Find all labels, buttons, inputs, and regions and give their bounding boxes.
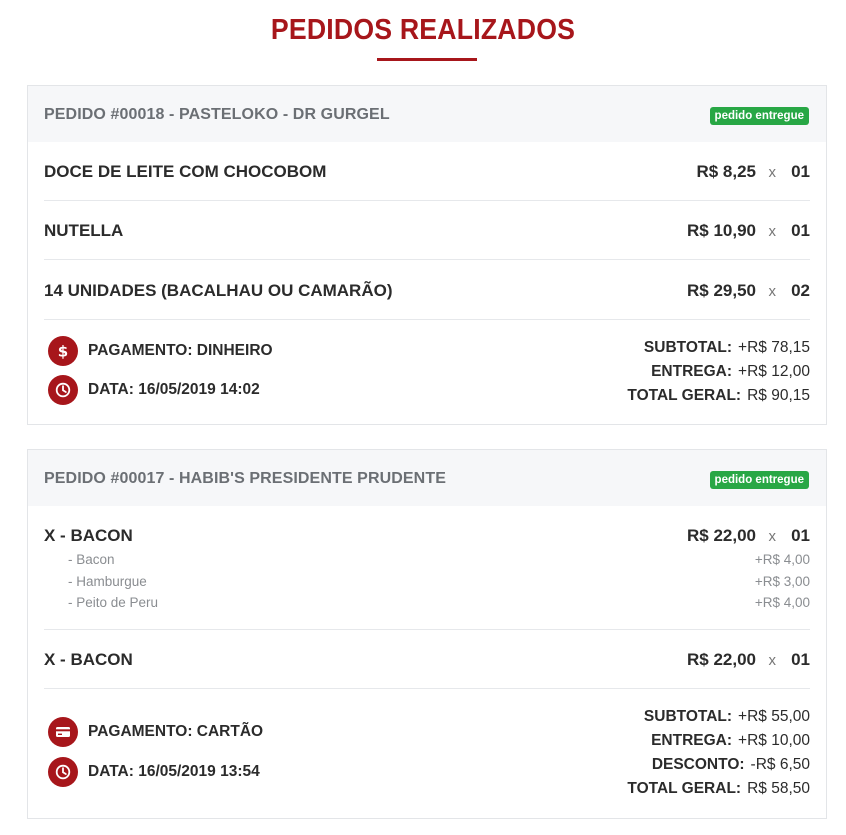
total-value: -R$ 6,50 <box>750 756 810 773</box>
item-multiplier: x <box>768 652 777 669</box>
order-header: PEDIDO #00017 - HABIB'S PRESIDENTE PRUDE… <box>28 450 826 506</box>
addon-item: - Hamburgue +R$ 3,00 <box>44 574 810 592</box>
total-value: R$ 90,15 <box>747 387 810 404</box>
addon-price: +R$ 4,00 <box>754 595 810 610</box>
item-multiplier: x <box>768 283 777 300</box>
clock-icon <box>48 757 78 787</box>
addon-name: - Hamburgue <box>68 574 147 589</box>
delivery-line: ENTREGA: +R$ 12,00 <box>651 363 810 383</box>
addon-name: - Peito de Peru <box>68 595 159 610</box>
item-price: R$ 22,00 <box>687 526 756 545</box>
item-quantity: 01 <box>791 162 810 181</box>
item-quantity: 01 <box>791 221 810 240</box>
addon-price: +R$ 4,00 <box>754 552 810 567</box>
svg-text:$: $ <box>58 343 68 359</box>
page-title: PEDIDOS REALIZADOS <box>270 14 576 46</box>
credit-card-icon <box>48 717 78 747</box>
discount-line: DESCONTO: -R$ 6,50 <box>652 756 810 776</box>
order-date: DATA: 16/05/2019 14:02 <box>88 381 260 398</box>
total-label: DESCONTO: <box>651 756 745 773</box>
item-name: 14 UNIDADES (BACALHAU OU CAMARÃO) <box>44 281 393 300</box>
item-multiplier: x <box>768 223 777 240</box>
total-label: TOTAL GERAL: <box>627 780 742 797</box>
subtotal-line: SUBTOTAL: +R$ 78,15 <box>644 339 810 359</box>
item-multiplier: x <box>768 528 777 545</box>
clock-icon <box>48 375 78 405</box>
addon-item: - Peito de Peru +R$ 4,00 <box>44 595 810 613</box>
item-quantity: 01 <box>791 526 810 545</box>
item-name: X - BACON <box>44 526 133 545</box>
title-underline <box>377 58 477 61</box>
total-value: +R$ 10,00 <box>738 732 810 749</box>
item-price: R$ 29,50 <box>687 281 756 300</box>
dollar-icon: $ <box>48 336 78 366</box>
order-card: PEDIDO #00017 - HABIB'S PRESIDENTE PRUDE… <box>27 449 827 819</box>
payment-method: PAGAMENTO: CARTÃO <box>88 723 264 740</box>
grand-total-line: TOTAL GERAL: R$ 90,15 <box>627 387 810 407</box>
order-items: X - BACON R$ 22,00 x 01 - Bacon +R$ 4,00… <box>28 506 826 817</box>
subtotal-line: SUBTOTAL: +R$ 55,00 <box>644 708 810 728</box>
total-label: ENTREGA: <box>651 732 733 749</box>
item-name: X - BACON <box>44 650 133 669</box>
total-label: SUBTOTAL: <box>643 708 733 725</box>
total-value: +R$ 78,15 <box>738 339 810 356</box>
total-value: +R$ 55,00 <box>738 708 810 725</box>
total-label: SUBTOTAL: <box>643 339 733 356</box>
item-price: R$ 10,90 <box>687 221 756 240</box>
item-multiplier: x <box>768 164 777 181</box>
item-price: R$ 22,00 <box>687 650 756 669</box>
total-label: ENTREGA: <box>651 363 733 380</box>
order-footer: PAGAMENTO: CARTÃO DATA: 16/05/2019 13:54… <box>44 689 810 817</box>
item-quantity: 01 <box>791 650 810 669</box>
item-quantity: 02 <box>791 281 810 300</box>
item-name: NUTELLA <box>44 221 124 240</box>
order-items: DOCE DE LEITE COM CHOCOBOM R$ 8,25 x 01 … <box>28 142 826 424</box>
grand-total-line: TOTAL GERAL: R$ 58,50 <box>627 780 810 800</box>
status-badge: pedido entregue <box>709 471 809 489</box>
item-price: R$ 8,25 <box>696 162 756 181</box>
order-item: DOCE DE LEITE COM CHOCOBOM R$ 8,25 x 01 <box>44 142 810 201</box>
total-label: TOTAL GERAL: <box>627 387 742 404</box>
total-value: +R$ 12,00 <box>738 363 810 380</box>
order-header: PEDIDO #00018 - PASTELOKO - DR GURGEL pe… <box>28 86 826 142</box>
delivery-line: ENTREGA: +R$ 10,00 <box>651 732 810 752</box>
addon-price: +R$ 3,00 <box>754 574 810 589</box>
order-title: PEDIDO #00017 - HABIB'S PRESIDENTE PRUDE… <box>44 470 446 487</box>
order-item: 14 UNIDADES (BACALHAU OU CAMARÃO) R$ 29,… <box>44 260 810 320</box>
order-item: NUTELLA R$ 10,90 x 01 <box>44 201 810 260</box>
item-name: DOCE DE LEITE COM CHOCOBOM <box>44 162 327 181</box>
payment-method: PAGAMENTO: DINHEIRO <box>88 342 273 359</box>
order-title: PEDIDO #00018 - PASTELOKO - DR GURGEL <box>44 106 390 123</box>
order-footer: $ PAGAMENTO: DINHEIRO DATA: 16/05/2019 1… <box>44 320 810 424</box>
addon-name: - Bacon <box>68 552 115 567</box>
order-date: DATA: 16/05/2019 13:54 <box>88 763 260 780</box>
order-item: X - BACON R$ 22,00 x 01 <box>44 630 810 689</box>
addon-item: - Bacon +R$ 4,00 <box>44 552 810 570</box>
order-item: X - BACON R$ 22,00 x 01 - Bacon +R$ 4,00… <box>44 506 810 630</box>
total-value: R$ 58,50 <box>747 780 810 797</box>
order-card: PEDIDO #00018 - PASTELOKO - DR GURGEL pe… <box>27 85 827 425</box>
status-badge: pedido entregue <box>709 107 809 125</box>
